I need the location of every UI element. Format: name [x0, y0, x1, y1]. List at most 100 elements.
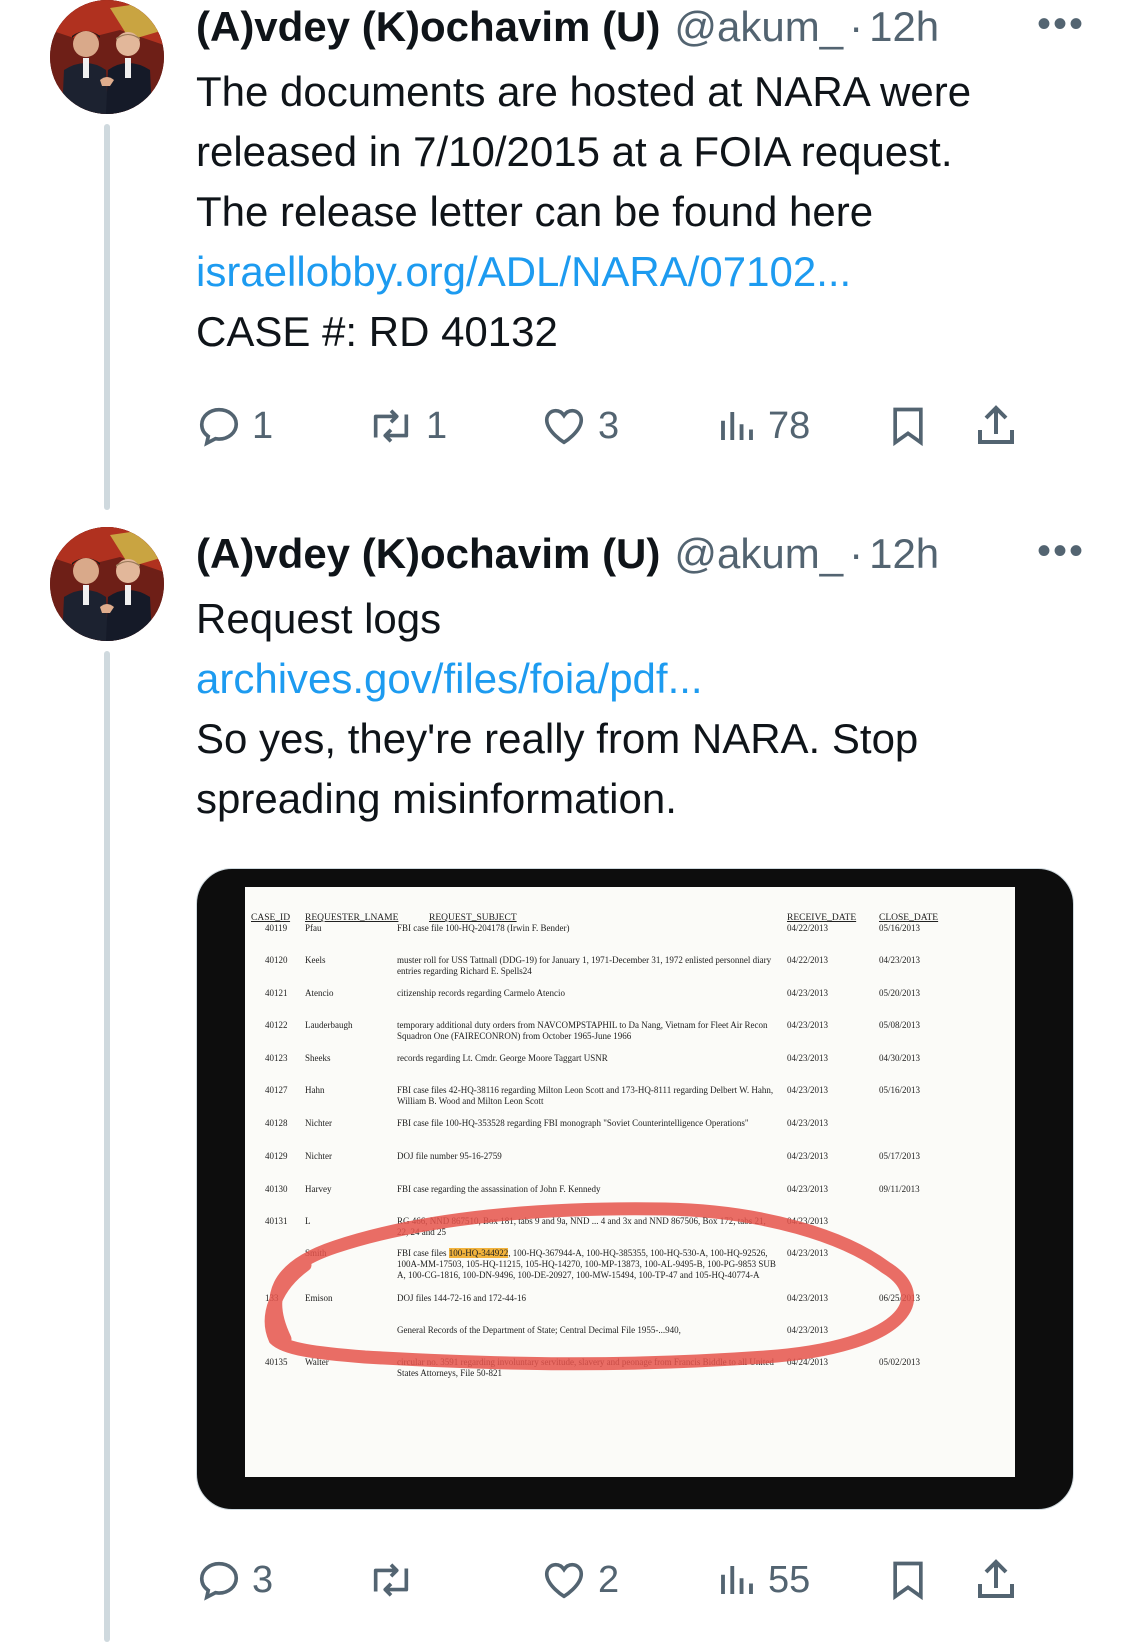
subject-cell: RG 466, NND 867510, Box 181, tabs 9 and … [397, 1216, 766, 1237]
reply-button[interactable]: 3 [196, 1550, 273, 1610]
case-id-cell: 40129 [265, 1151, 288, 1161]
reply-button[interactable]: 1 [196, 396, 273, 456]
tweet-header: (A)vdey (K)ochavim (U) @akum_ · 12h [196, 2, 939, 52]
views-icon [721, 412, 753, 440]
foia-request-log-document: CASE_ID REQUESTER_LNAME REQUEST_SUBJECT … [245, 887, 1015, 1477]
close-date-cell: 06/25/2013 [879, 1293, 921, 1303]
subject-cell: records regarding Lt. Cmdr. George Moore… [397, 1053, 608, 1063]
display-name[interactable]: (A)vdey (K)ochavim (U) [196, 530, 660, 578]
receive-date-cell: 04/23/2013 [787, 1216, 829, 1226]
separator-dot: · [849, 530, 864, 577]
bookmark-button[interactable] [886, 1550, 930, 1610]
text-line: So yes, they're really from NARA. Stop [196, 715, 919, 762]
tweet-1[interactable]: (A)vdey (K)ochavim (U) @akum_ · 12h ••• … [0, 0, 1125, 520]
close-date-cell: 05/02/2013 [879, 1357, 921, 1367]
reply-count: 1 [252, 404, 274, 447]
views-icon [721, 1566, 753, 1594]
like-count: 2 [598, 1558, 620, 1601]
action-bar: 1 1 3 78 [196, 396, 1076, 456]
tweet-text: The documents are hosted at NARA were re… [196, 62, 1076, 362]
avatar[interactable] [50, 527, 164, 641]
views-button[interactable]: 78 [716, 396, 810, 456]
separator-dot: · [849, 3, 864, 50]
views-button[interactable]: 55 [716, 1550, 810, 1610]
share-button[interactable] [972, 396, 1020, 456]
attached-image[interactable]: CASE_ID REQUESTER_LNAME REQUEST_SUBJECT … [196, 868, 1074, 1510]
repost-button[interactable]: 1 [366, 396, 447, 456]
subject-cell: FBI case files 42-HQ-38116 regarding Mil… [397, 1085, 774, 1106]
close-date-cell: 05/20/2013 [879, 988, 921, 998]
bookmark-button[interactable] [886, 396, 930, 456]
requester-cell: Smith [305, 1248, 327, 1258]
receive-date-cell: 04/23/2013 [787, 988, 829, 998]
requester-cell: Emison [305, 1293, 333, 1303]
more-options-icon[interactable]: ••• [1037, 4, 1085, 44]
thread-line [104, 124, 110, 510]
receive-date-cell: 04/23/2013 [787, 1118, 829, 1128]
subject-cell: DOJ files 144-72-16 and 172-44-16 [397, 1293, 526, 1303]
handle[interactable]: @akum_ [674, 3, 843, 51]
close-date-cell: 05/17/2013 [879, 1151, 921, 1161]
case-id-cell: 40123 [265, 1053, 288, 1063]
close-date-cell: 04/30/2013 [879, 1053, 921, 1063]
views-count: 78 [768, 404, 811, 447]
tweet-link[interactable]: archives.gov/files/foia/pdf... [196, 649, 1076, 709]
text-line: CASE #: RD 40132 [196, 308, 558, 355]
requester-cell: L [305, 1216, 311, 1226]
bookmark-icon [893, 1561, 923, 1601]
display-name[interactable]: (A)vdey (K)ochavim (U) [196, 3, 660, 51]
timestamp[interactable]: 12h [869, 530, 939, 578]
thread-line [104, 651, 110, 1642]
tweet-header: (A)vdey (K)ochavim (U) @akum_ · 12h [196, 529, 939, 579]
tweet-text: Request logs archives.gov/files/foia/pdf… [196, 589, 1076, 829]
close-date-cell: 04/23/2013 [879, 955, 921, 965]
like-icon [544, 1562, 584, 1599]
tweet-link[interactable]: israellobby.org/ADL/NARA/07102... [196, 242, 1076, 302]
subject-cell: General Records of the Department of Sta… [397, 1325, 681, 1335]
receive-date-cell: 04/22/2013 [787, 923, 829, 933]
reply-icon [199, 407, 239, 447]
more-options-icon[interactable]: ••• [1037, 531, 1085, 571]
case-id-cell: 40135 [265, 1357, 288, 1367]
timestamp[interactable]: 12h [869, 3, 939, 51]
text-line: The release letter can be found here [196, 188, 874, 235]
subject-cell: FBI case regarding the assassination of … [397, 1184, 601, 1194]
like-button[interactable]: 2 [540, 1550, 619, 1610]
receive-date-cell: 04/22/2013 [787, 955, 829, 965]
action-bar: 3 2 55 [196, 1550, 1076, 1610]
subject-cell: DOJ file number 95-16-2759 [397, 1151, 502, 1161]
case-id-cell: 40119 [265, 923, 288, 933]
receive-date-cell: 04/23/2013 [787, 1184, 829, 1194]
requester-cell: Lauderbaugh [305, 1020, 353, 1030]
subject-prefix: FBI case files [397, 1248, 449, 1258]
avatar[interactable] [50, 0, 164, 114]
subject-cell: FBI case file 100-HQ-204178 (Irwin F. Be… [397, 923, 570, 933]
subject-cell: temporary additional duty orders from NA… [397, 1020, 768, 1041]
case-id-cell: 40127 [265, 1085, 288, 1095]
requester-cell: Walter [305, 1357, 329, 1367]
case-id-cell: 40131 [265, 1216, 288, 1226]
case-id-cell: 40128 [265, 1118, 288, 1128]
requester-cell: Keels [305, 955, 326, 965]
highlighted-file-number: 100-HQ-344922 [448, 1248, 509, 1258]
close-date-cell: 05/16/2013 [879, 1085, 921, 1095]
subject-cell: circular no. 3591 regarding involuntary … [397, 1357, 774, 1378]
requester-cell: Nichter [305, 1118, 332, 1128]
requester-cell: Nichter [305, 1151, 332, 1161]
subject-cell: FBI case files 100-HQ-344922, 100-HQ-367… [397, 1248, 777, 1281]
share-icon [978, 1559, 1014, 1598]
receive-date-cell: 04/23/2013 [787, 1053, 829, 1063]
bookmark-icon [893, 407, 923, 447]
like-button[interactable]: 3 [540, 396, 619, 456]
reply-count: 3 [252, 1558, 274, 1601]
subject-cell: muster roll for USS Tattnall (DDG-19) fo… [397, 955, 772, 976]
case-id-cell: 40130 [265, 1184, 288, 1194]
tweet-2[interactable]: (A)vdey (K)ochavim (U) @akum_ · 12h ••• … [0, 527, 1125, 1642]
text-line: Request logs [196, 595, 442, 642]
share-button[interactable] [972, 1550, 1020, 1610]
handle[interactable]: @akum_ [674, 530, 843, 578]
repost-button[interactable] [366, 1550, 426, 1610]
subject-cell: FBI case file 100-HQ-353528 regarding FB… [397, 1118, 749, 1128]
repost-count: 1 [426, 404, 448, 447]
text-line: spreading misinformation. [196, 775, 677, 822]
